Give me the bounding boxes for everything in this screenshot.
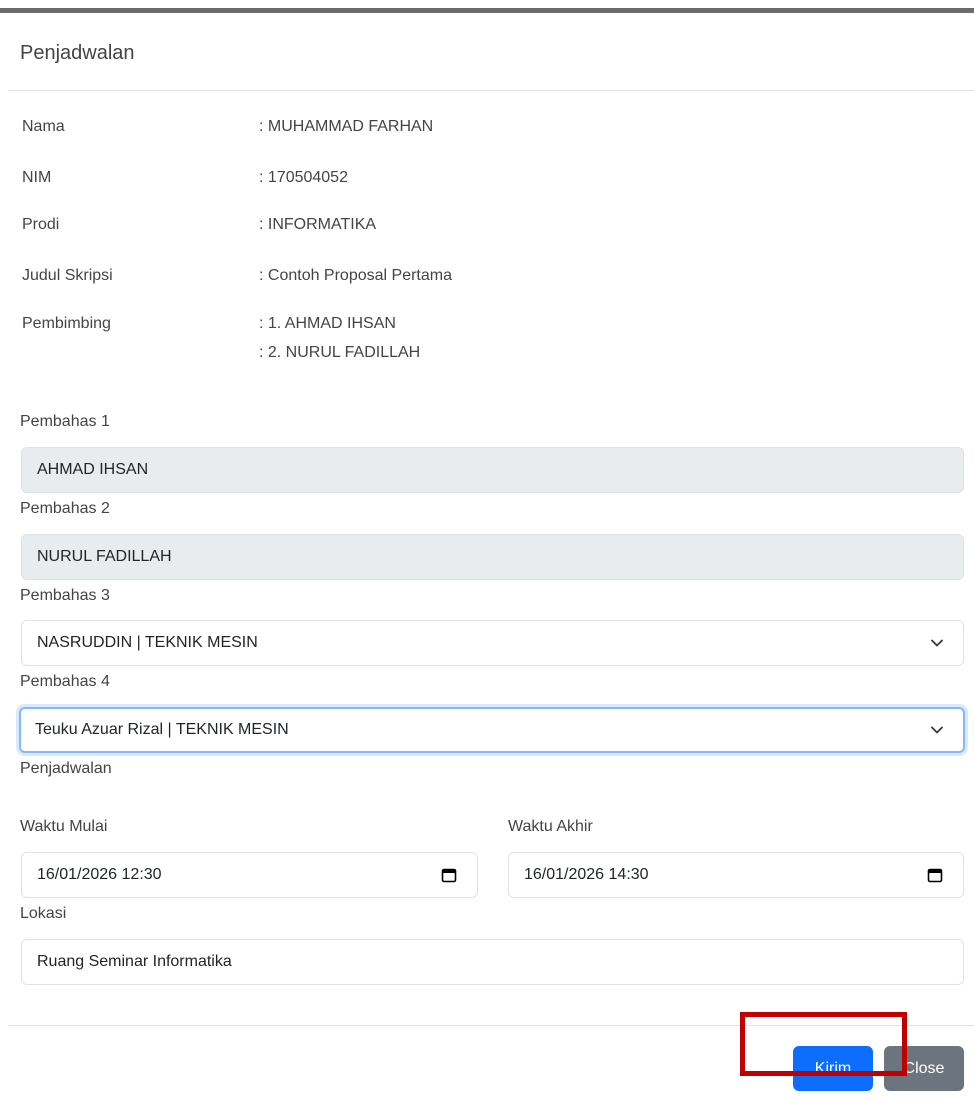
- waktu-mulai-input[interactable]: 16/01/2026 12:30: [21, 852, 478, 898]
- modal-dialog: Penjadwalan Nama : MUHAMMAD FARHAN NIM :…: [0, 0, 974, 1106]
- pembahas2-field: NURUL FADILLAH: [21, 534, 964, 580]
- close-button[interactable]: Close: [884, 1046, 964, 1091]
- calendar-icon[interactable]: [927, 867, 943, 883]
- pembahas1-field: AHMAD IHSAN: [21, 447, 964, 493]
- chevron-down-icon: [931, 726, 943, 734]
- pembahas3-label: Pembahas 3: [20, 587, 110, 604]
- pembahas4-select[interactable]: Teuku Azuar Rizal | TEKNIK MESIN: [19, 707, 965, 753]
- nim-label: NIM: [22, 169, 52, 186]
- waktu-akhir-value: 16/01/2026 14:30: [524, 866, 649, 883]
- prodi-value: : INFORMATIKA: [259, 216, 377, 233]
- pembahas2-label: Pembahas 2: [20, 500, 110, 517]
- waktu-mulai-label: Waktu Mulai: [20, 818, 108, 835]
- header-divider: [8, 90, 974, 91]
- pembimbing-value-1: : 1. AHMAD IHSAN: [259, 315, 396, 332]
- pembahas4-selected-value: Teuku Azuar Rizal | TEKNIK MESIN: [35, 721, 289, 738]
- lokasi-value: Ruang Seminar Informatika: [37, 953, 232, 970]
- nama-label: Nama: [22, 118, 65, 135]
- pembahas4-label: Pembahas 4: [20, 673, 110, 690]
- lokasi-input[interactable]: Ruang Seminar Informatika: [21, 939, 964, 985]
- pembahas3-select[interactable]: NASRUDDIN | TEKNIK MESIN: [21, 620, 964, 666]
- pembahas3-selected-value: NASRUDDIN | TEKNIK MESIN: [37, 634, 258, 651]
- pembahas1-label: Pembahas 1: [20, 413, 110, 430]
- pembimbing-label: Pembimbing: [22, 315, 111, 332]
- pembimbing-value-2: : 2. NURUL FADILLAH: [259, 344, 421, 361]
- lokasi-label: Lokasi: [20, 905, 67, 922]
- modal-title: Penjadwalan: [20, 42, 135, 64]
- chevron-down-icon: [931, 639, 943, 647]
- nama-value: : MUHAMMAD FARHAN: [259, 118, 434, 135]
- nim-value: : 170504052: [259, 169, 348, 186]
- waktu-mulai-value: 16/01/2026 12:30: [37, 866, 162, 883]
- kirim-button[interactable]: Kirim: [793, 1046, 873, 1091]
- calendar-icon[interactable]: [441, 867, 457, 883]
- footer-divider: [8, 1025, 974, 1026]
- judul-skripsi-label: Judul Skripsi: [22, 267, 113, 284]
- waktu-akhir-input[interactable]: 16/01/2026 14:30: [508, 852, 964, 898]
- modal-top-border: [0, 8, 974, 13]
- pembahas1-value: AHMAD IHSAN: [37, 461, 149, 478]
- penjadwalan-section-label: Penjadwalan: [20, 760, 112, 777]
- judul-skripsi-value: : Contoh Proposal Pertama: [259, 267, 452, 284]
- pembahas2-value: NURUL FADILLAH: [37, 548, 172, 565]
- prodi-label: Prodi: [22, 216, 60, 233]
- waktu-akhir-label: Waktu Akhir: [508, 818, 593, 835]
